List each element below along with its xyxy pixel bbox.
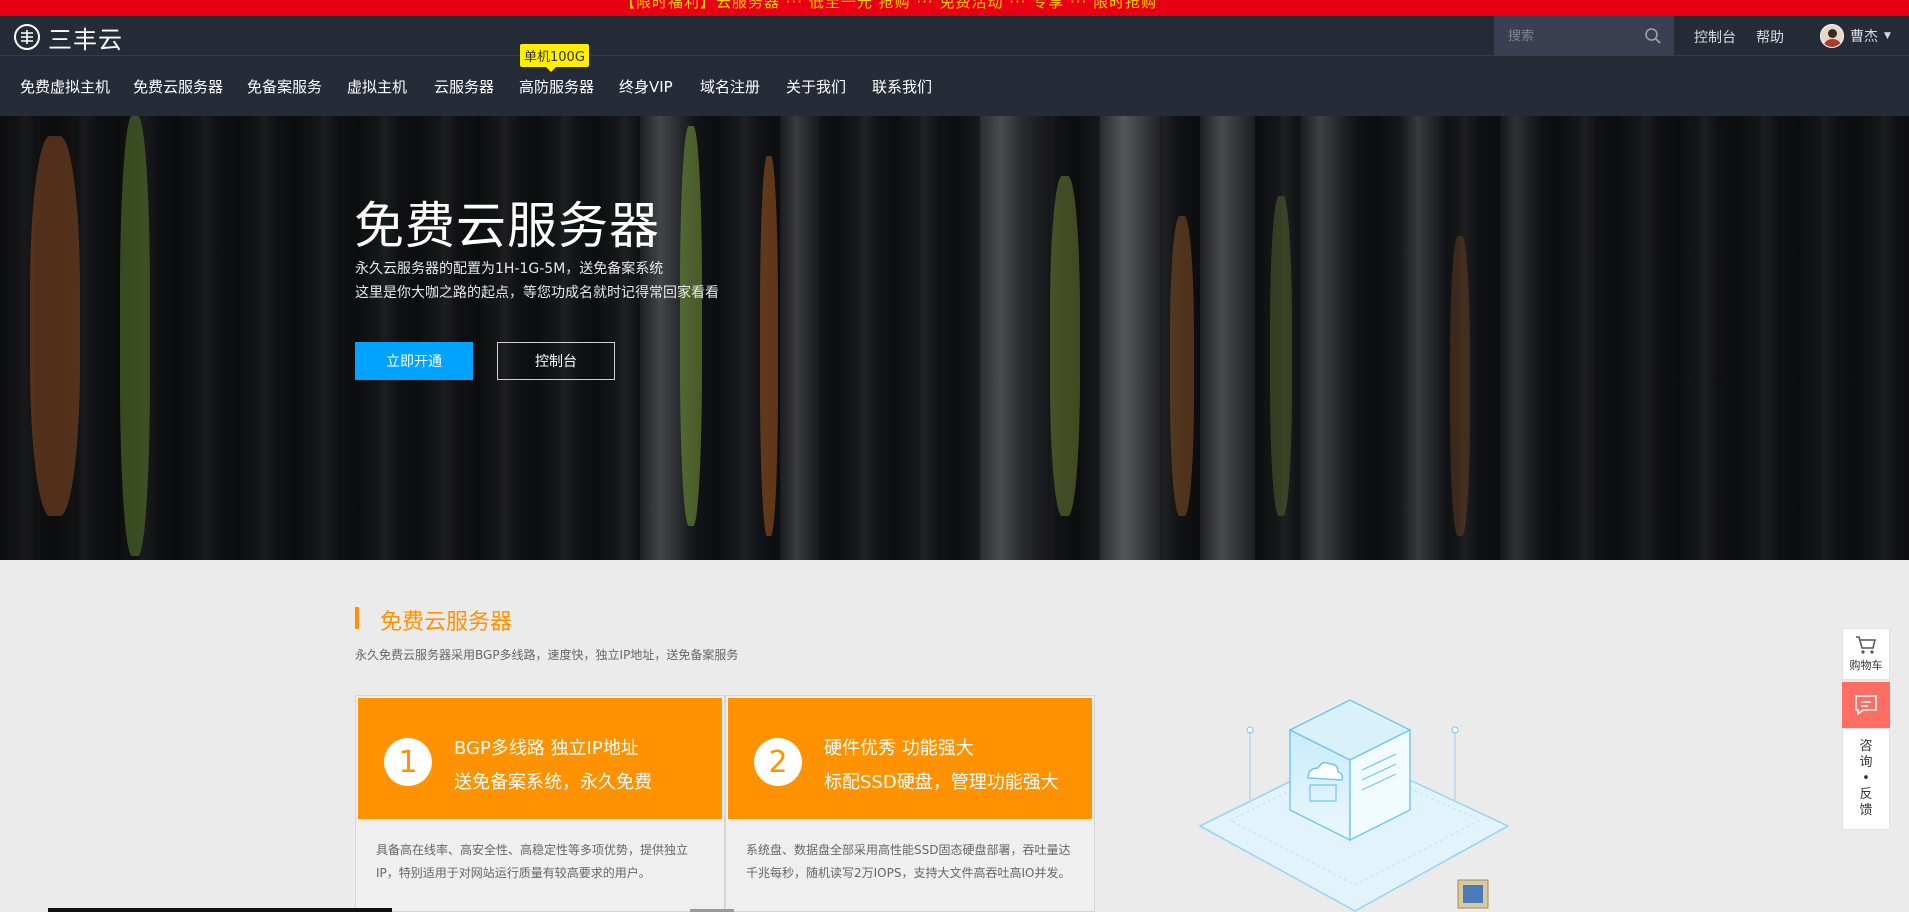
search-box <box>1494 16 1674 56</box>
feature-card: 2 硬件优秀 功能强大 标配SSD硬盘，管理功能强大 系统盘、数据盘全部采用高性… <box>725 695 1095 912</box>
nav-badge: 单机100G <box>520 44 589 72</box>
cable-image <box>1170 216 1194 516</box>
nav-lifetime-vip[interactable]: 终身VIP <box>619 76 673 97</box>
feature-headline-1: BGP多线路 独立IP地址 <box>454 738 639 759</box>
cable-image <box>760 156 778 536</box>
feature-number: 2 <box>754 738 802 786</box>
cable-image <box>680 126 702 526</box>
feedback-char: • <box>1862 771 1870 786</box>
nav-no-icp-service[interactable]: 免备案服务 <box>247 76 322 97</box>
section-title: 免费云服务器 <box>380 610 513 635</box>
server-rack-image <box>980 116 1050 560</box>
nav-free-cloud-server[interactable]: 免费云服务器 <box>133 76 223 97</box>
site-header: 三丰云 控制台 帮助 曹杰 ▼ 免费虚拟主机 免费云服务器 免备案服务 虚拟主机… <box>0 16 1909 116</box>
server-rack-image <box>780 116 820 560</box>
avatar[interactable] <box>1820 24 1844 48</box>
cloud-server-illustration <box>1198 699 1510 912</box>
nav-virtual-host[interactable]: 虚拟主机 <box>347 76 407 97</box>
feature-card-header: 1 BGP多线路 独立IP地址 送免备案系统，永久免费 <box>358 698 722 819</box>
feature-card: 1 BGP多线路 独立IP地址 送免备案系统，永久免费 具备高在线率、高安全性、… <box>355 695 725 912</box>
feature-headline-2: 送免备案系统，永久免费 <box>454 772 652 793</box>
nav-ddos-server[interactable]: 高防服务器 <box>519 76 594 97</box>
main-nav: 免费虚拟主机 免费云服务器 免备案服务 虚拟主机 云服务器 高防服务器 终身VI… <box>0 56 1909 116</box>
chat-button[interactable] <box>1842 682 1890 728</box>
cart-icon <box>1856 636 1876 654</box>
cable-image <box>120 116 150 556</box>
feedback-button[interactable]: 咨 询 • 反 馈 <box>1842 728 1890 830</box>
cart-button[interactable]: 购物车 <box>1842 628 1890 680</box>
search-input[interactable] <box>1508 28 1648 44</box>
section-subtitle: 永久免费云服务器采用BGP多线路，速度快，独立IP地址，送免备案服务 <box>355 648 739 662</box>
feature-headline-2: 标配SSD硬盘，管理功能强大 <box>824 772 1059 793</box>
promo-bar[interactable]: 【限时福利】云服务器 ··· 低至一元 抢购 ··· 免费活动 ··· 专享 ·… <box>0 0 1909 16</box>
server-rack-image <box>1200 116 1255 560</box>
hero-title: 免费云服务器 <box>354 197 660 255</box>
nav-free-virtual-host[interactable]: 免费虚拟主机 <box>20 76 110 97</box>
feedback-char: 反 <box>1859 787 1873 802</box>
site-logo[interactable]: 三丰云 <box>14 22 123 54</box>
server-rack-image <box>1400 116 1445 560</box>
logo-mark-icon <box>14 24 40 50</box>
open-now-button[interactable]: 立即开通 <box>355 342 473 380</box>
feedback-char: 询 <box>1859 755 1873 770</box>
cable-image <box>1050 176 1080 516</box>
feature-card-header: 2 硬件优秀 功能强大 标配SSD硬盘，管理功能强大 <box>728 698 1092 819</box>
server-rack-image <box>1500 116 1540 560</box>
nav-contact-us[interactable]: 联系我们 <box>872 76 932 97</box>
feature-description: 具备高在线率、高安全性、高稳定性等多项优势，提供独立IP，特别适用于对网站运行质… <box>376 843 689 880</box>
chat-icon <box>1855 695 1877 716</box>
hero-description-line-1: 永久云服务器的配置为1H-1G-5M，送免备案系统 <box>355 261 664 277</box>
cable-image <box>1450 236 1470 536</box>
feature-headline-1: 硬件优秀 功能强大 <box>824 738 974 759</box>
user-menu[interactable]: 曹杰 ▼ <box>1820 24 1891 48</box>
console-link[interactable]: 控制台 <box>1694 27 1736 47</box>
page-scroll-indicator <box>48 908 392 912</box>
user-name[interactable]: 曹杰 <box>1850 26 1878 46</box>
help-link[interactable]: 帮助 <box>1756 27 1784 47</box>
server-rack-image <box>1100 116 1160 560</box>
free-cloud-section: 免费云服务器 永久免费云服务器采用BGP多线路，速度快，独立IP地址，送免备案服… <box>0 560 1909 912</box>
search-icon[interactable] <box>1644 27 1662 45</box>
section-title-accent <box>355 607 359 629</box>
server-rack-image <box>1300 116 1350 560</box>
hero-banner: 免费云服务器 永久云服务器的配置为1H-1G-5M，送免备案系统 这里是你大咖之… <box>0 116 1909 560</box>
cable-image <box>30 136 80 516</box>
nav-cloud-server[interactable]: 云服务器 <box>434 76 494 97</box>
feature-description: 系统盘、数据盘全部采用高性能SSD固态硬盘部署，吞吐量达千兆每秒，随机读写2万I… <box>746 843 1071 880</box>
nav-about-us[interactable]: 关于我们 <box>786 76 846 97</box>
feature-number: 1 <box>384 738 432 786</box>
nav-domain-registration[interactable]: 域名注册 <box>700 76 760 97</box>
chevron-down-icon[interactable]: ▼ <box>1884 31 1891 41</box>
feedback-char: 馈 <box>1859 803 1873 818</box>
feedback-char: 咨 <box>1859 739 1873 754</box>
cable-image <box>1270 196 1292 516</box>
hero-description-line-2: 这里是你大咖之路的起点，等您功成名就时记得常回家看看 <box>355 285 719 301</box>
header-top-row: 三丰云 控制台 帮助 曹杰 ▼ <box>0 16 1909 56</box>
cart-label: 购物车 <box>1849 659 1883 672</box>
console-button[interactable]: 控制台 <box>497 342 615 380</box>
promo-text[interactable]: 【限时福利】云服务器 ··· 低至一元 抢购 ··· 免费活动 ··· 专享 ·… <box>620 0 1157 12</box>
logo-text: 三丰云 <box>48 25 123 54</box>
